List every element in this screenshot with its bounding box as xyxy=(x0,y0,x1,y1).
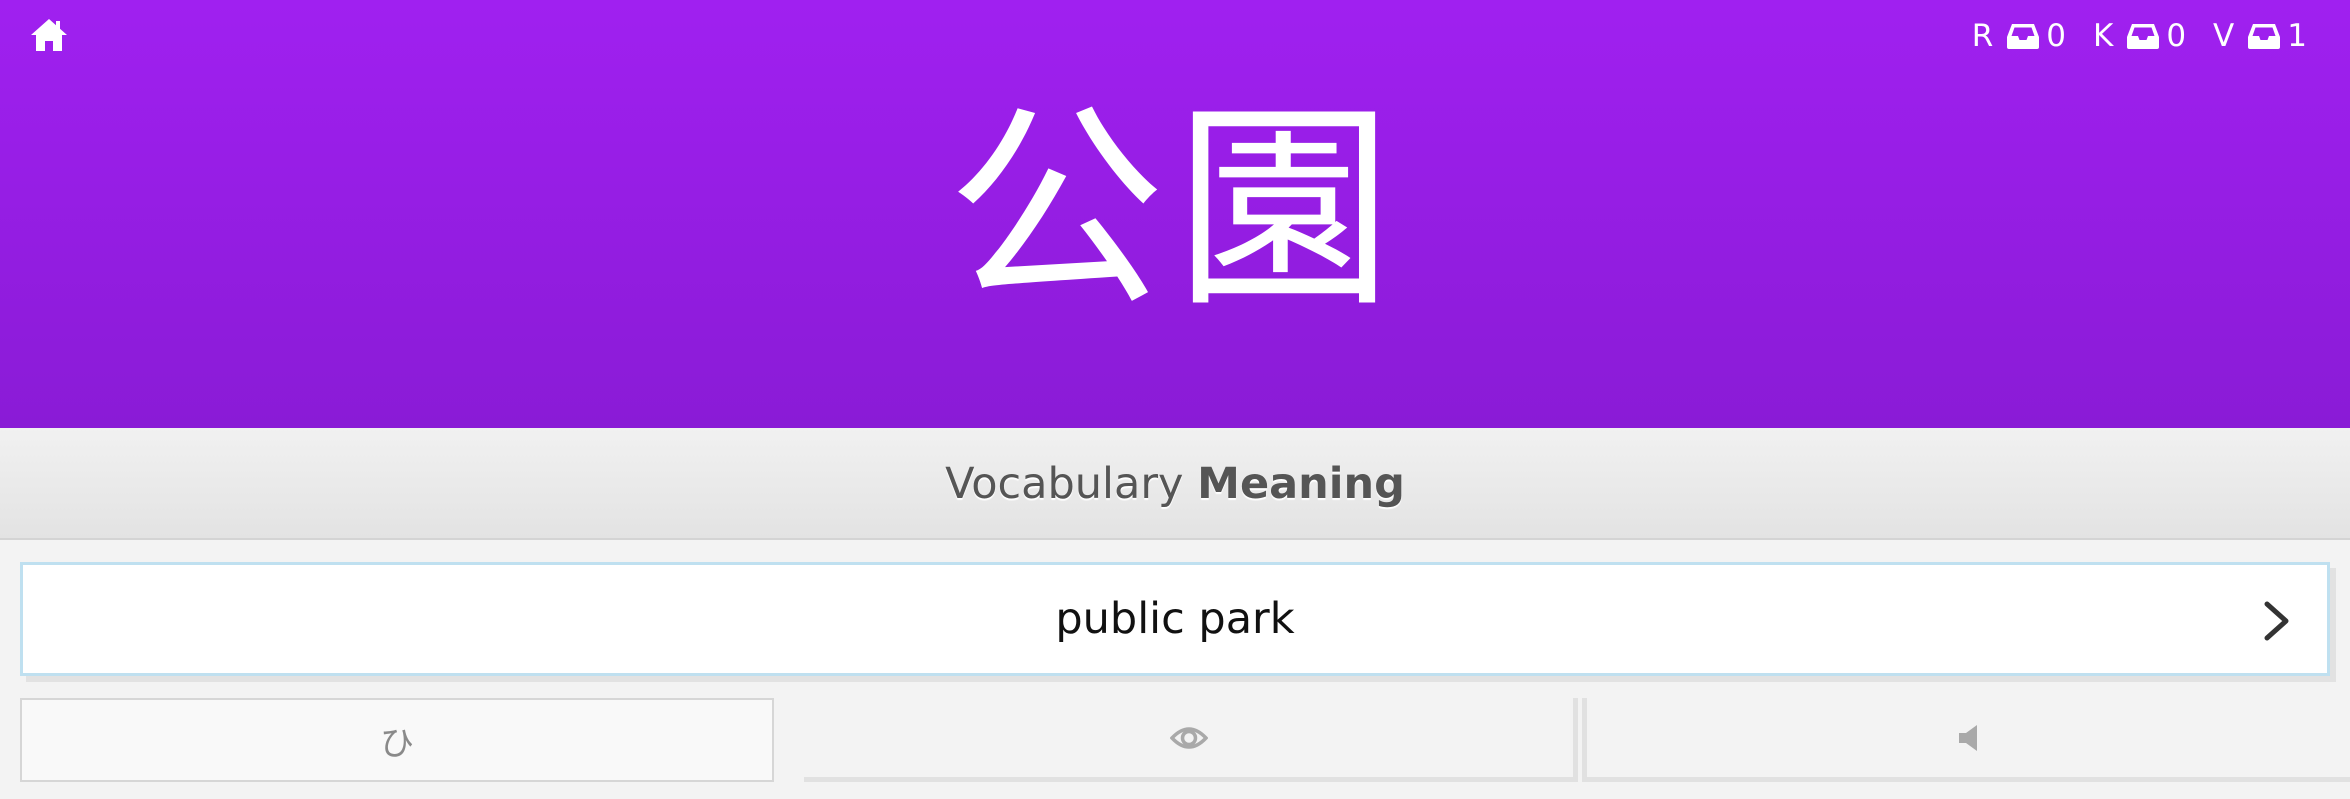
inbox-icon xyxy=(2126,22,2160,50)
speaker-icon xyxy=(1959,724,1977,751)
review-counts: R 0 K 0 V 1 xyxy=(1972,18,2308,54)
question-category: Vocabulary xyxy=(945,459,1184,509)
question-kind: Meaning xyxy=(1197,459,1405,509)
audio-button[interactable] xyxy=(1582,698,2350,782)
count-value: 1 xyxy=(2287,18,2308,54)
count-vocabulary: V 1 xyxy=(2213,18,2308,54)
inbox-icon xyxy=(2006,22,2040,50)
count-value: 0 xyxy=(2166,18,2188,54)
kana-label: ひ xyxy=(380,723,414,764)
answer-input[interactable] xyxy=(223,593,2127,645)
question-type-bar: Vocabulary Meaning xyxy=(0,428,2350,540)
character-display: 公園 xyxy=(947,84,1403,337)
chevron-right-icon[interactable] xyxy=(2257,598,2297,644)
count-value: 0 xyxy=(2046,18,2067,54)
answer-form xyxy=(20,562,2330,676)
count-letter: R xyxy=(1971,18,1995,54)
inbox-icon xyxy=(2247,22,2281,50)
kana-button[interactable]: ひ xyxy=(20,698,774,782)
count-kanji: K 0 xyxy=(2093,18,2187,54)
count-letter: K xyxy=(2092,18,2115,54)
home-icon[interactable] xyxy=(30,18,68,52)
additional-buttons: ひ xyxy=(20,698,2350,782)
count-letter: V xyxy=(2213,18,2236,54)
eye-icon xyxy=(1169,726,1208,749)
header: R 0 K 0 V 1 公園 xyxy=(0,0,2350,428)
count-radicals: R 0 xyxy=(1972,18,2067,54)
show-answer-button[interactable] xyxy=(804,698,1578,782)
